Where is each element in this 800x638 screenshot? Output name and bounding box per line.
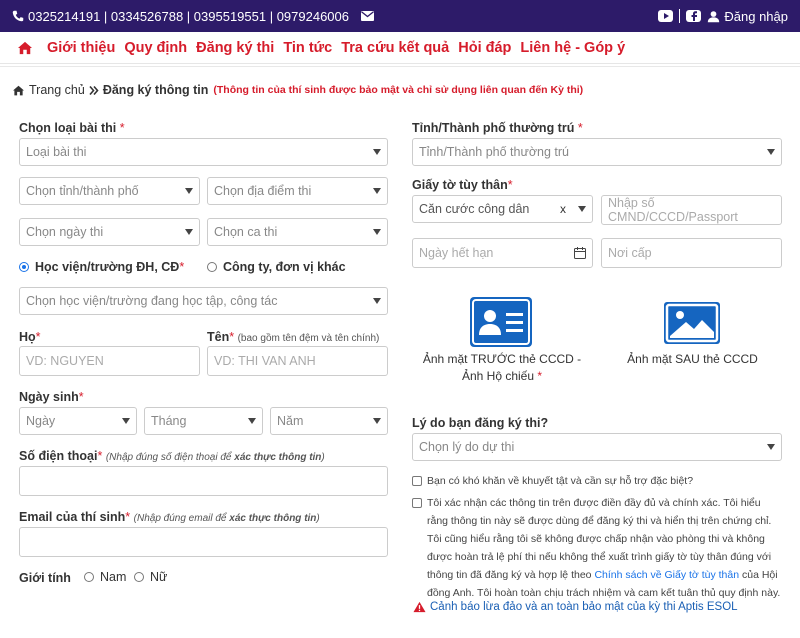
dropdown-arrow-icon — [185, 188, 193, 194]
expiry-date-input[interactable]: Ngày hết hạn — [412, 238, 593, 268]
nav-item-faq[interactable]: Hỏi đáp — [458, 40, 511, 56]
issue-place-input[interactable]: Nơi cấp — [601, 238, 782, 268]
dob-day-select[interactable]: Ngày — [19, 407, 137, 435]
nav-item-news[interactable]: Tin tức — [283, 40, 332, 56]
surname-label: Họ* — [19, 330, 41, 344]
reason-label: Lý do bạn đăng ký thi? — [412, 416, 549, 430]
province-select[interactable]: Tỉnh/Thành phố thường trú — [412, 138, 782, 166]
breadcrumb-home-icon — [13, 85, 24, 95]
exam-type-label: Chọn loại bài thi * — [19, 121, 125, 135]
email-input[interactable] — [19, 527, 388, 557]
divider — [679, 9, 681, 23]
nav-item-register[interactable]: Đăng ký thi — [196, 40, 274, 56]
phone-label: Số điện thoại* (Nhập đúng số điện thoại … — [19, 449, 325, 463]
dropdown-arrow-icon — [373, 229, 381, 235]
dob-label: Ngày sinh* — [19, 390, 84, 404]
exam-type-select[interactable]: Loại bài thi — [19, 138, 388, 166]
radio-button[interactable] — [134, 572, 144, 582]
dropdown-arrow-icon — [185, 229, 193, 235]
school-select[interactable]: Chọn học viện/trường đang học tập, công … — [19, 287, 388, 315]
radio-company[interactable]: Công ty, đơn vị khác — [207, 260, 346, 274]
breadcrumb: Trang chủ Đăng ký thông tin (Thông tin c… — [12, 83, 583, 97]
reason-select[interactable]: Chọn lý do dự thi — [412, 433, 782, 461]
name-label: Tên* (bao gồm tên đệm và tên chính) — [207, 330, 380, 344]
breadcrumb-current: Đăng ký thông tin — [102, 83, 209, 97]
exam-date-select[interactable]: Chọn ngày thi — [19, 218, 200, 246]
checkbox[interactable] — [412, 498, 422, 508]
city-select[interactable]: Chọn tỉnh/thành phố — [19, 177, 200, 205]
confirm-checkbox[interactable]: Tôi xác nhận các thông tin trên được điề… — [412, 494, 782, 602]
surname-input[interactable]: VD: NGUYEN — [19, 346, 200, 376]
phone-icon — [12, 10, 24, 22]
privacy-note: (Thông tin của thí sinh được bảo mật và … — [213, 84, 584, 96]
radio-button[interactable] — [207, 262, 217, 272]
user-icon — [708, 10, 720, 22]
mail-icon[interactable] — [361, 11, 375, 21]
radio-button-checked[interactable] — [19, 262, 29, 272]
dropdown-arrow-icon — [767, 444, 775, 450]
login-link[interactable]: Đăng nhập — [707, 9, 788, 24]
phone-input[interactable] — [19, 466, 388, 496]
main-nav: Giới thiệu Quy định Đăng ký thi Tin tức … — [0, 32, 800, 64]
id-number-input[interactable]: Nhập số CMND/CCCD/Passport — [601, 195, 782, 225]
top-contact-bar: 0325214191 | 0334526788 | 0395519551 | 0… — [0, 0, 800, 32]
dropdown-arrow-icon — [373, 298, 381, 304]
double-chevron-icon — [89, 85, 99, 95]
front-photo-caption: Ảnh mặt TRƯỚC thẻ CCCD - Ảnh Hộ chiếu * — [422, 352, 582, 383]
dob-month-select[interactable]: Tháng — [144, 407, 263, 435]
image-back-icon[interactable] — [664, 302, 720, 344]
facebook-icon[interactable] — [686, 10, 702, 22]
nav-item-results[interactable]: Tra cứu kết quả — [341, 40, 449, 56]
home-icon[interactable] — [17, 41, 33, 55]
province-label: Tỉnh/Thành phố thường trú * — [412, 121, 583, 135]
id-doc-label: Giấy tờ tùy thân* — [412, 178, 513, 192]
back-photo-caption: Ảnh mặt SAU thẻ CCCD — [627, 352, 758, 366]
scam-warning-link[interactable]: Cảnh báo lừa đảo và an toàn bảo mật của … — [413, 601, 738, 613]
support-checkbox[interactable]: Bạn có khó khăn về khuyết tật và cần sự … — [412, 472, 782, 490]
id-type-select[interactable]: Căn cước công dân x — [412, 195, 593, 223]
login-label: Đăng nhập — [724, 8, 788, 24]
name-input[interactable]: VD: THI VAN ANH — [207, 346, 388, 376]
radio-button[interactable] — [84, 572, 94, 582]
id-policy-link[interactable]: Chính sách về Giấy tờ tùy thân — [594, 569, 739, 581]
breadcrumb-home[interactable]: Trang chủ — [29, 83, 85, 97]
nav-item-rules[interactable]: Quy định — [124, 40, 187, 56]
phone-numbers: 0325214191 | 0334526788 | 0395519551 | 0… — [28, 8, 350, 24]
nav-item-about[interactable]: Giới thiệu — [47, 40, 115, 56]
clear-icon[interactable]: x — [560, 202, 566, 216]
dropdown-arrow-icon — [373, 188, 381, 194]
dropdown-arrow-icon — [767, 149, 775, 155]
checkbox[interactable] — [412, 476, 422, 486]
dropdown-arrow-icon — [248, 418, 256, 424]
dropdown-arrow-icon — [578, 206, 586, 212]
radio-female[interactable]: Nữ — [134, 570, 167, 584]
dropdown-arrow-icon — [373, 418, 381, 424]
id-card-front-icon[interactable] — [470, 297, 532, 347]
exam-shift-select[interactable]: Chọn ca thi — [207, 218, 388, 246]
dropdown-arrow-icon — [373, 149, 381, 155]
gender-label: Giới tính — [19, 571, 71, 585]
dob-year-select[interactable]: Năm — [270, 407, 388, 435]
email-label: Email của thí sinh* (Nhập đúng email để … — [19, 510, 320, 524]
nav-item-contact[interactable]: Liên hệ - Góp ý — [520, 40, 625, 56]
calendar-icon[interactable] — [574, 247, 586, 259]
registration-form: Trang chủ Đăng ký thông tin (Thông tin c… — [0, 66, 800, 638]
venue-select[interactable]: Chọn địa điểm thi — [207, 177, 388, 205]
youtube-icon[interactable] — [658, 10, 674, 22]
dropdown-arrow-icon — [122, 418, 130, 424]
radio-male[interactable]: Nam — [84, 570, 126, 584]
warning-icon — [413, 601, 426, 613]
radio-school[interactable]: Học viện/trường ĐH, CĐ * — [19, 260, 184, 274]
